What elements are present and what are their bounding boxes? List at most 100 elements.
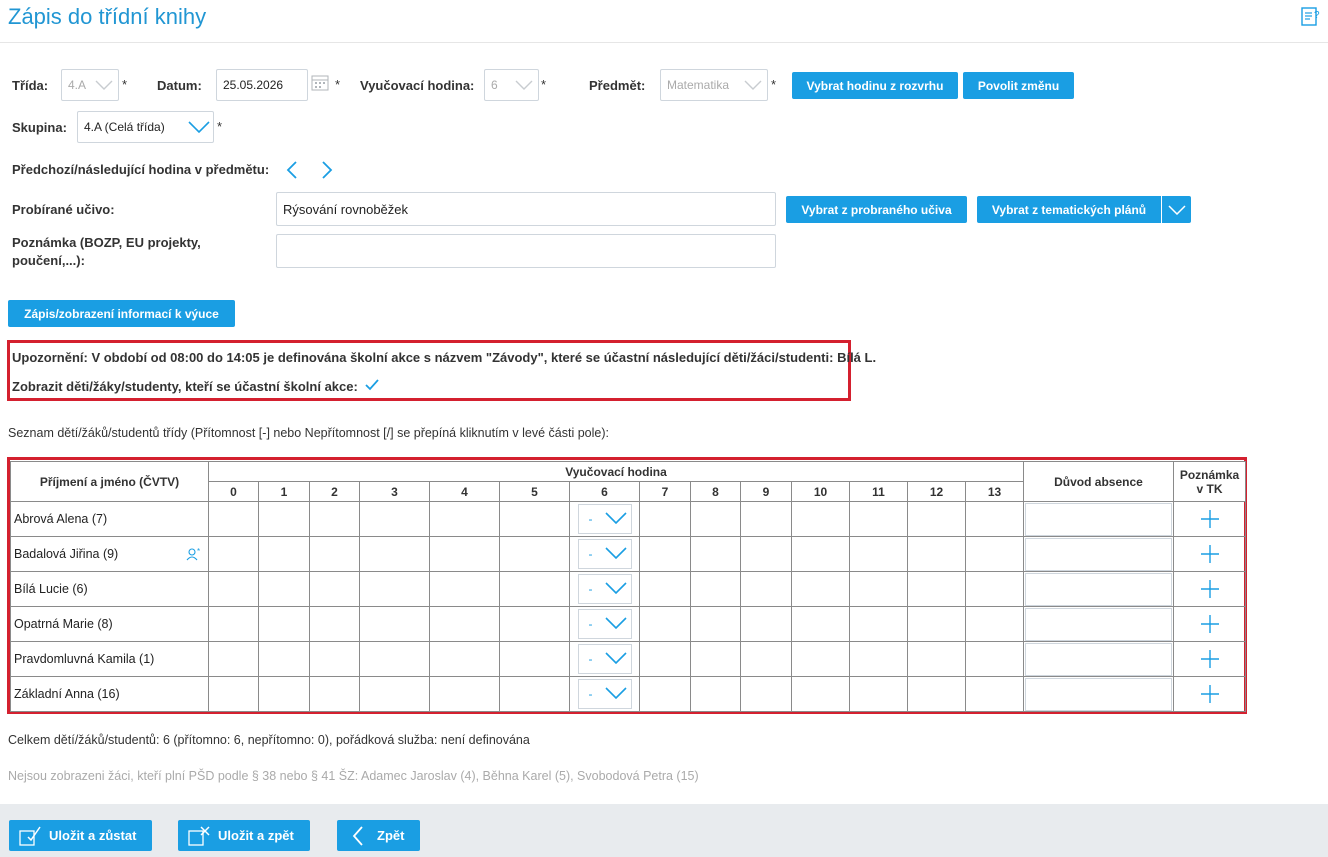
hour-cell[interactable] xyxy=(208,606,259,642)
hour-cell[interactable] xyxy=(740,641,792,677)
student-name[interactable]: Badalová Jiřina (9) * xyxy=(10,536,209,572)
hour-cell[interactable] xyxy=(359,501,430,537)
hour-cell[interactable] xyxy=(690,501,741,537)
hour-cell[interactable] xyxy=(499,676,570,712)
hour-cell[interactable] xyxy=(965,676,1024,712)
student-name[interactable]: Opatrná Marie (8) xyxy=(10,606,209,642)
hour-cell[interactable] xyxy=(499,501,570,537)
hour-cell[interactable] xyxy=(791,501,850,537)
absence-reason-input[interactable] xyxy=(1025,537,1172,571)
hour-cell[interactable] xyxy=(690,536,741,572)
hour-cell[interactable] xyxy=(740,536,792,572)
hour-cell[interactable] xyxy=(907,536,966,572)
plans-dropdown-button[interactable] xyxy=(1161,196,1191,223)
hour-cell[interactable] xyxy=(359,676,430,712)
hour-cell[interactable] xyxy=(499,641,570,677)
checkmark-icon[interactable] xyxy=(364,378,380,392)
hour-cell[interactable] xyxy=(258,641,310,677)
add-note-icon[interactable] xyxy=(1174,649,1245,669)
hour-cell[interactable] xyxy=(639,501,691,537)
hour-cell[interactable] xyxy=(639,676,691,712)
calendar-icon[interactable] xyxy=(311,74,329,92)
hour-cell[interactable] xyxy=(499,606,570,642)
hour-cell[interactable] xyxy=(208,676,259,712)
student-name[interactable]: Abrová Alena (7) xyxy=(10,501,209,537)
hour-cell[interactable] xyxy=(639,641,691,677)
hour-cell[interactable] xyxy=(309,641,360,677)
hour-cell[interactable] xyxy=(965,571,1024,607)
hour-cell[interactable] xyxy=(907,571,966,607)
hour-cell[interactable] xyxy=(309,571,360,607)
attendance-select[interactable]: - xyxy=(577,574,632,604)
save-back-button[interactable]: Uložit a zpět xyxy=(178,820,310,851)
hour-cell[interactable] xyxy=(791,536,850,572)
student-name[interactable]: Bílá Lucie (6) xyxy=(10,571,209,607)
attendance-select[interactable]: - xyxy=(577,609,632,639)
hour-cell[interactable] xyxy=(499,571,570,607)
hour-cell[interactable] xyxy=(639,571,691,607)
hour-cell[interactable] xyxy=(309,501,360,537)
hour-cell[interactable] xyxy=(791,571,850,607)
select-from-plans-button[interactable]: Vybrat z tematických plánů xyxy=(977,196,1161,223)
hour-cell[interactable] xyxy=(258,571,310,607)
chevron-right-icon[interactable] xyxy=(320,160,334,180)
hour-cell[interactable] xyxy=(907,606,966,642)
hour-cell[interactable] xyxy=(309,606,360,642)
attendance-select[interactable]: - xyxy=(577,644,632,674)
hour-cell[interactable] xyxy=(791,641,850,677)
hour-cell[interactable] xyxy=(849,641,908,677)
skupina-select[interactable]: 4.A (Celá třída) xyxy=(77,111,214,143)
absence-reason-input[interactable] xyxy=(1025,677,1172,711)
ucivo-input[interactable]: Rýsování rovnoběžek xyxy=(276,192,776,226)
hour-cell[interactable] xyxy=(359,641,430,677)
hour-cell[interactable] xyxy=(740,676,792,712)
hour-cell[interactable] xyxy=(309,676,360,712)
absence-reason-input[interactable] xyxy=(1025,502,1172,536)
hour-cell[interactable] xyxy=(258,676,310,712)
hour-cell[interactable] xyxy=(359,606,430,642)
attendance-select[interactable]: - xyxy=(577,504,632,534)
hour-cell[interactable] xyxy=(965,641,1024,677)
hour-cell[interactable] xyxy=(208,571,259,607)
hour-cell[interactable] xyxy=(907,676,966,712)
hour-cell[interactable] xyxy=(258,536,310,572)
hour-cell[interactable] xyxy=(208,536,259,572)
hour-cell[interactable] xyxy=(499,536,570,572)
hour-cell[interactable] xyxy=(359,536,430,572)
hour-cell[interactable] xyxy=(740,571,792,607)
absence-reason-input[interactable] xyxy=(1025,607,1172,641)
hour-cell[interactable] xyxy=(639,606,691,642)
hour-cell[interactable] xyxy=(965,606,1024,642)
hour-cell[interactable] xyxy=(907,501,966,537)
hour-cell[interactable] xyxy=(690,641,741,677)
hour-cell[interactable] xyxy=(740,501,792,537)
hour-cell[interactable] xyxy=(429,606,500,642)
add-note-icon[interactable] xyxy=(1174,684,1245,704)
hour-cell[interactable] xyxy=(849,676,908,712)
save-stay-button[interactable]: Uložit a zůstat xyxy=(9,820,152,851)
select-from-covered-button[interactable]: Vybrat z probraného učiva xyxy=(786,196,967,223)
add-note-icon[interactable] xyxy=(1174,579,1245,599)
absence-reason-input[interactable] xyxy=(1025,572,1172,606)
attendance-select[interactable]: - xyxy=(577,539,632,569)
chevron-left-icon[interactable] xyxy=(285,160,299,180)
hour-cell[interactable] xyxy=(690,571,741,607)
predmet-select[interactable]: Matematika xyxy=(660,69,768,101)
allow-change-button[interactable]: Povolit změnu xyxy=(963,72,1074,99)
help-document-icon[interactable]: ? xyxy=(1300,6,1322,28)
student-name[interactable]: Pravdomluvná Kamila (1) xyxy=(10,641,209,677)
hour-cell[interactable] xyxy=(849,536,908,572)
hour-cell[interactable] xyxy=(965,536,1024,572)
hour-cell[interactable] xyxy=(791,676,850,712)
hour-cell[interactable] xyxy=(359,571,430,607)
hour-cell[interactable] xyxy=(849,606,908,642)
add-note-icon[interactable] xyxy=(1174,509,1245,529)
select-from-schedule-button[interactable]: Vybrat hodinu z rozvrhu xyxy=(792,72,958,99)
hour-cell[interactable] xyxy=(965,501,1024,537)
hour-cell[interactable] xyxy=(690,676,741,712)
hour-cell[interactable] xyxy=(429,641,500,677)
attendance-select[interactable]: - xyxy=(577,679,632,709)
hour-cell[interactable] xyxy=(429,571,500,607)
hour-cell[interactable] xyxy=(258,501,310,537)
hour-cell[interactable] xyxy=(258,606,310,642)
